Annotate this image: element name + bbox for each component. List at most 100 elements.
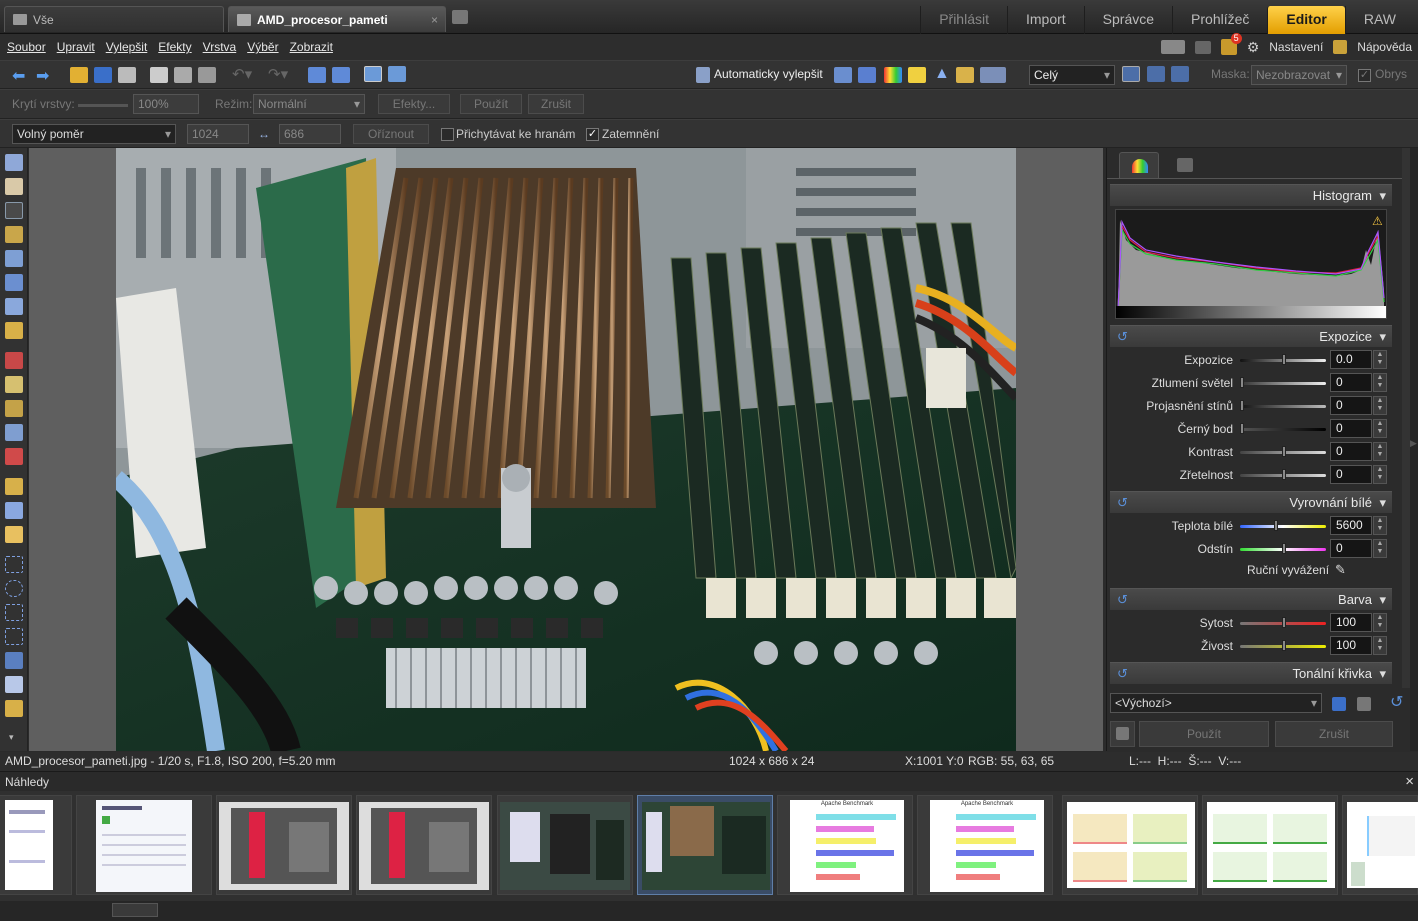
close-thumbnails-icon[interactable]: × xyxy=(1405,772,1414,792)
magnetic-lasso-tool-icon[interactable] xyxy=(5,652,23,669)
tab-all[interactable]: Vše xyxy=(4,6,224,32)
thumbnail-item[interactable] xyxy=(356,795,492,895)
reset-color-icon[interactable]: ↺ xyxy=(1117,592,1128,608)
opacity-slider[interactable] xyxy=(78,104,128,107)
wb-spinner[interactable]: ▲ ▼ xyxy=(1373,539,1387,558)
tone-curve-header[interactable]: Tonální křivka xyxy=(1110,662,1392,685)
selection-brush-tool-icon[interactable] xyxy=(5,700,23,717)
swap-dimensions-icon[interactable]: ↔ xyxy=(258,124,270,144)
color-balance-icon[interactable] xyxy=(858,67,876,83)
forward-arrow-icon[interactable]: ➡ xyxy=(36,66,49,86)
panel-collapse-strip[interactable]: ▶ xyxy=(1410,148,1418,751)
reset-wb-icon[interactable]: ↺ xyxy=(1117,495,1128,511)
clipboard-icon[interactable] xyxy=(198,67,216,83)
thumbnail-item[interactable] xyxy=(1342,795,1418,895)
straighten-tool-icon[interactable] xyxy=(5,226,23,243)
wb-slider[interactable] xyxy=(1240,525,1326,528)
crop-button[interactable]: Oříznout xyxy=(353,124,429,144)
mode-manager[interactable]: Správce xyxy=(1083,6,1172,34)
wb-slider-handle[interactable] xyxy=(1274,520,1278,531)
manage-presets-icon[interactable] xyxy=(1357,697,1371,711)
hand-tool-icon[interactable] xyxy=(5,178,23,195)
close-icon[interactable]: × xyxy=(431,13,438,27)
brush-tool-icon[interactable] xyxy=(5,478,23,495)
exposure-value-input[interactable]: 0 xyxy=(1330,396,1372,415)
exposure-spinner[interactable]: ▲ ▼ xyxy=(1373,419,1387,438)
levels-icon[interactable] xyxy=(834,67,852,83)
transform-tool-icon[interactable] xyxy=(5,298,23,315)
lasso-tool-icon[interactable] xyxy=(5,604,23,621)
mode-login[interactable]: Přihlásit xyxy=(920,6,1007,34)
preset-select[interactable]: <Výchozí> xyxy=(1110,693,1322,713)
thumbnail-item[interactable] xyxy=(1202,795,1338,895)
color-slider-handle[interactable] xyxy=(1282,617,1286,628)
scrollbar-thumb[interactable] xyxy=(112,903,158,917)
layer-cancel-button[interactable]: Zrušit xyxy=(528,94,584,114)
menu-effects[interactable]: Efekty xyxy=(154,40,195,54)
exposure-spinner[interactable]: ▲ ▼ xyxy=(1373,465,1387,484)
rainbow-icon[interactable] xyxy=(884,67,902,83)
menu-selection[interactable]: Výběr xyxy=(243,40,282,54)
snap-checkbox[interactable] xyxy=(441,128,454,141)
zoom-tool-icon[interactable] xyxy=(5,154,23,171)
single-view-icon[interactable] xyxy=(364,66,382,82)
back-arrow-icon[interactable]: ⬅ xyxy=(12,66,25,86)
tab-adjustments[interactable] xyxy=(1119,152,1159,178)
mode-editor[interactable]: Editor xyxy=(1267,6,1345,34)
blend-mode-select[interactable]: Normální xyxy=(253,94,365,114)
perspective-tool-icon[interactable] xyxy=(5,250,23,267)
magic-wand-tool-icon[interactable] xyxy=(5,676,23,693)
exposure-slider-handle[interactable] xyxy=(1240,400,1244,411)
screen-icon[interactable] xyxy=(1160,40,1185,54)
mode-viewer[interactable]: Prohlížeč xyxy=(1172,6,1267,34)
open-folder-icon[interactable] xyxy=(70,67,88,83)
clone-stamp-tool-icon[interactable] xyxy=(5,376,23,393)
mode-import[interactable]: Import xyxy=(1006,6,1084,34)
color-spinner[interactable]: ▲ ▼ xyxy=(1373,613,1387,632)
exposure-slider[interactable] xyxy=(1240,428,1326,431)
help-link[interactable]: Nápověda xyxy=(1357,40,1412,54)
copy-icon[interactable] xyxy=(150,67,168,83)
color-value-input[interactable]: 100 xyxy=(1330,636,1372,655)
sharpen-icon[interactable]: ▲ xyxy=(934,65,950,83)
exposure-spinner[interactable]: ▲ ▼ xyxy=(1373,396,1387,415)
exposure-slider[interactable] xyxy=(1240,382,1326,385)
exposure-value-input[interactable]: 0 xyxy=(1330,465,1372,484)
paste-icon[interactable] xyxy=(174,67,192,83)
lightbulb-icon[interactable] xyxy=(908,67,926,83)
wb-slider-handle[interactable] xyxy=(1282,543,1286,554)
crop-tool-icon[interactable] xyxy=(5,202,23,219)
exposure-slider-handle[interactable] xyxy=(1240,377,1244,388)
reset-tone-icon[interactable]: ↺ xyxy=(1117,666,1128,682)
rotate-left-icon[interactable] xyxy=(308,67,326,83)
fit-screen-icon[interactable] xyxy=(1122,66,1140,82)
fit-height-icon[interactable] xyxy=(1147,66,1165,82)
exposure-value-input[interactable]: 0.0 xyxy=(1330,350,1372,369)
reset-all-icon[interactable]: ↺ xyxy=(1390,692,1403,712)
exposure-value-input[interactable]: 0 xyxy=(1330,419,1372,438)
red-eye-tool-icon[interactable] xyxy=(5,352,23,369)
menu-enhance[interactable]: Vylepšit xyxy=(102,40,152,54)
exposure-slider-handle[interactable] xyxy=(1282,354,1286,365)
print-icon[interactable] xyxy=(118,67,136,83)
thumbnail-scrollbar[interactable] xyxy=(0,901,1418,921)
exposure-spinner[interactable]: ▲ ▼ xyxy=(1373,442,1387,461)
eyedropper-icon[interactable]: ✎ xyxy=(1335,562,1346,578)
smart-erase-tool-icon[interactable] xyxy=(5,448,23,465)
exposure-value-input[interactable]: 0 xyxy=(1330,442,1372,461)
layer-apply-button[interactable]: Použít xyxy=(460,94,522,114)
color-header[interactable]: Barva xyxy=(1110,588,1392,611)
exposure-slider[interactable] xyxy=(1240,405,1326,408)
thumbnail-item[interactable]: Apache Benchmark xyxy=(917,795,1053,895)
outline-checkbox[interactable]: ✓ xyxy=(1358,69,1371,82)
edited-photo[interactable] xyxy=(116,148,1016,751)
white-balance-header[interactable]: Vyrovnání bílé xyxy=(1110,491,1392,514)
effects-button[interactable]: Efekty... xyxy=(378,94,450,114)
menu-file[interactable]: Soubor xyxy=(3,40,50,54)
new-tab-icon[interactable] xyxy=(452,10,468,24)
exposure-spinner[interactable]: ▲ ▼ xyxy=(1373,350,1387,369)
auto-enhance-button[interactable]: Automaticky vylepšit xyxy=(714,67,823,81)
crop-height-input[interactable]: 686 xyxy=(279,124,341,144)
opacity-input[interactable]: 100% xyxy=(133,94,199,114)
retouch-tool-icon[interactable] xyxy=(5,424,23,441)
